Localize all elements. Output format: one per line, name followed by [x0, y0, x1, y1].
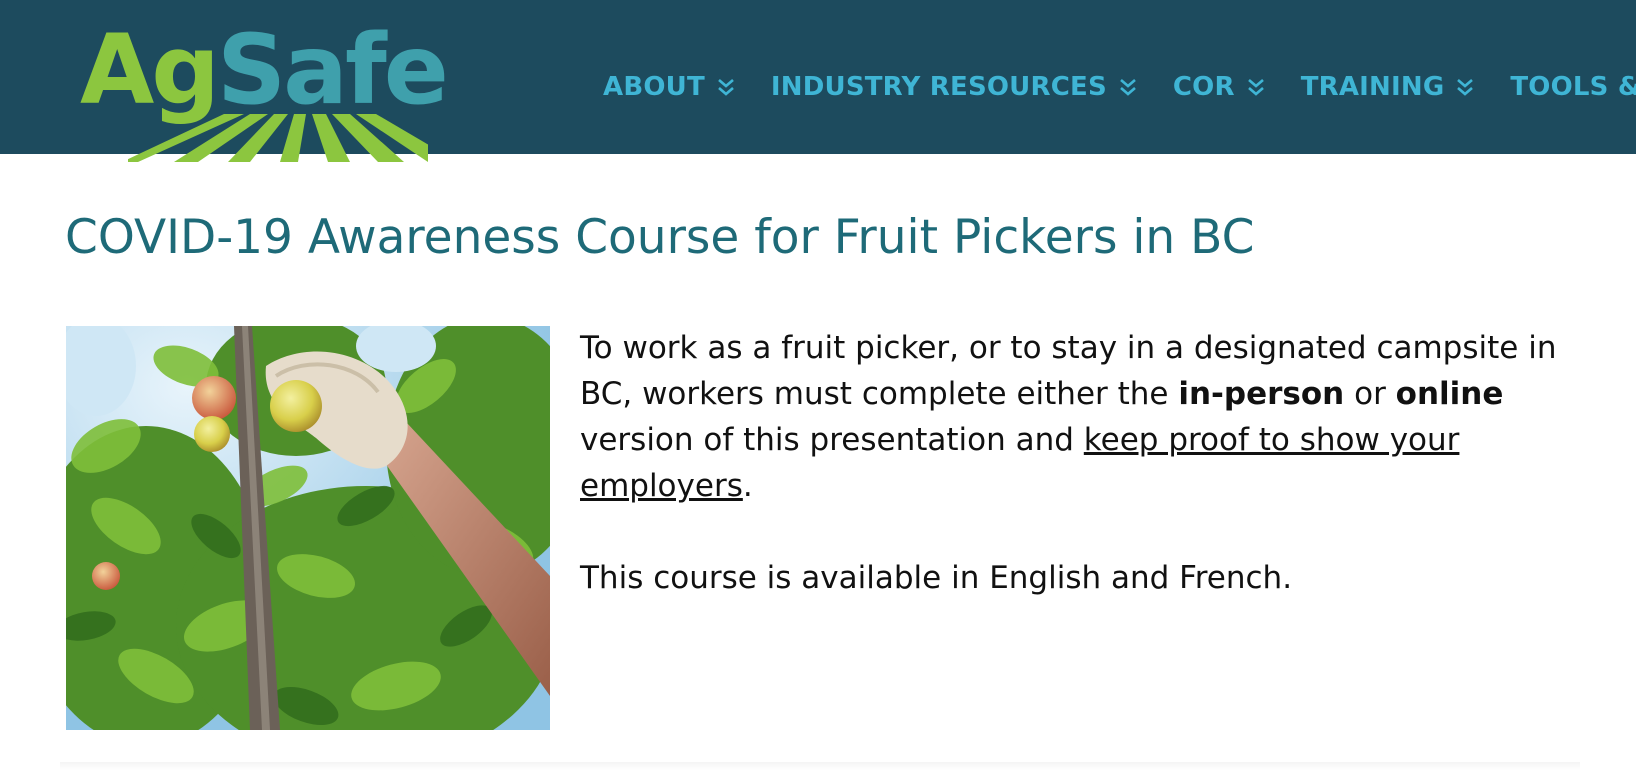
- course-description: To work as a fruit picker, or to stay in…: [580, 325, 1590, 601]
- intro-text-4: .: [742, 468, 753, 504]
- logo-wordmark: AgSafe: [80, 22, 449, 118]
- nav-about-label: ABOUT: [603, 72, 705, 102]
- nav-industry-resources[interactable]: INDUSTRY RESOURCES: [771, 72, 1137, 102]
- content-divider: [60, 762, 1580, 770]
- field-rows-icon: [128, 114, 428, 162]
- nav-cor[interactable]: COR: [1173, 72, 1265, 102]
- intro-paragraph: To work as a fruit picker, or to stay in…: [580, 325, 1590, 509]
- nav-training[interactable]: TRAINING: [1301, 72, 1475, 102]
- intro-text-2: or: [1344, 376, 1396, 412]
- languages-paragraph: This course is available in English and …: [580, 560, 1293, 596]
- photo-illustration: [66, 326, 550, 730]
- nav-industry-resources-label: INDUSTRY RESOURCES: [770, 72, 1107, 102]
- page-title: COVID-19 Awareness Course for Fruit Pick…: [65, 210, 1255, 265]
- nav-tools-label: TOOLS & I: [1510, 72, 1636, 102]
- double-chevron-down-icon: [718, 79, 734, 96]
- double-chevron-down-icon: [1247, 79, 1264, 96]
- nav-about[interactable]: ABOUT: [603, 72, 735, 102]
- main-nav: ABOUT INDUSTRY RESOURCES COR TRAINING TO…: [603, 62, 1636, 112]
- site-header: AgSafe ABOUT INDUSTRY RESOURCES COR TRAI…: [0, 0, 1636, 162]
- fruit-picking-photo: [66, 326, 550, 730]
- double-chevron-down-icon: [1457, 79, 1474, 96]
- agsafe-logo[interactable]: AgSafe: [80, 22, 449, 162]
- online-emphasis: online: [1395, 376, 1504, 412]
- double-chevron-down-icon: [1120, 79, 1136, 96]
- in-person-emphasis: in-person: [1178, 376, 1345, 412]
- nav-tools[interactable]: TOOLS & I: [1510, 72, 1636, 102]
- intro-text-3: version of this presentation and: [580, 422, 1084, 458]
- nav-cor-label: COR: [1172, 72, 1235, 102]
- nav-training-label: TRAINING: [1300, 72, 1445, 102]
